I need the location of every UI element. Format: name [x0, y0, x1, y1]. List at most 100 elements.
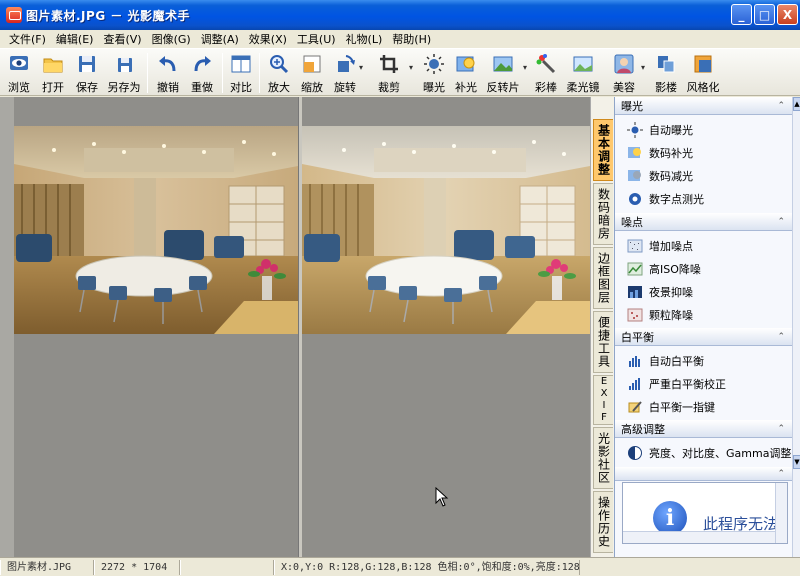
maximize-button[interactable]: □	[754, 4, 775, 25]
save-label: 保存	[76, 81, 98, 94]
sun-icon	[627, 122, 643, 138]
scroll-down-icon[interactable]: ▼	[793, 455, 800, 469]
undo-label: 撤销	[157, 81, 179, 94]
brightness-contrast-gamma-label: 亮度、对比度、Gamma调整	[649, 447, 792, 460]
digital-reduce-light-item[interactable]: 数码减光	[627, 165, 693, 187]
fill-light-button[interactable]: 补光	[451, 49, 481, 95]
night-denoise-item[interactable]: 夜景抑噪	[627, 281, 693, 303]
crop-button[interactable]: 裁剪	[367, 49, 411, 95]
rotate-dropdown-icon[interactable]: ▾	[359, 63, 363, 72]
soft-light-button[interactable]: 柔光镜	[561, 49, 605, 95]
crop-dropdown-icon[interactable]: ▾	[409, 63, 413, 72]
save-button[interactable]: 保存	[70, 49, 104, 95]
title-bar: 图片素材.JPG － 光影魔术手 _ □ X	[0, 0, 800, 30]
shadow-studio-button[interactable]: 影楼	[649, 49, 683, 95]
resize-icon	[301, 53, 323, 75]
denoise-icon	[627, 261, 643, 277]
color-stick-button[interactable]: 彩棒	[531, 49, 561, 95]
scroll-up-icon[interactable]: ▲	[793, 97, 800, 111]
tab-history[interactable]: 操作历史	[593, 491, 613, 553]
menu-view[interactable]: 查看(V)	[98, 31, 146, 47]
group-exposure[interactable]: 曝光 ⌃	[615, 97, 793, 115]
auto-exposure-item[interactable]: 自动曝光	[627, 119, 693, 141]
rotate-button[interactable]: 旋转	[329, 49, 361, 95]
menu-image[interactable]: 图像(G)	[147, 31, 196, 47]
info-horizontal-scrollbar[interactable]	[623, 531, 775, 543]
eyedropper-icon	[627, 399, 643, 415]
fill-light-label: 补光	[455, 81, 478, 94]
soft-light-label: 柔光镜	[566, 81, 600, 94]
group-noise-title: 噪点	[621, 215, 643, 229]
tab-quick-tools[interactable]: 便捷工具	[593, 311, 613, 373]
effects-dropdown-icon[interactable]: ▾	[523, 63, 527, 72]
collapse-caret-icon[interactable]: ⌃	[777, 424, 785, 434]
redo-button[interactable]: 重做	[185, 49, 219, 95]
negative-label: 反转片	[486, 81, 520, 94]
save-as-label: 另存为	[107, 81, 141, 94]
menu-adjust[interactable]: 调整(A)	[196, 31, 244, 47]
add-noise-item[interactable]: 增加噪点	[627, 235, 693, 257]
exposure-button[interactable]: 曝光	[417, 49, 451, 95]
digital-fill-light-item[interactable]: 数码补光	[627, 142, 693, 164]
tab-exif[interactable]: EXIF	[593, 375, 613, 425]
grain-denoise-item[interactable]: 颗粒降噪	[627, 304, 693, 326]
beauty-button[interactable]: 美容	[605, 49, 643, 95]
collapse-caret-icon[interactable]: ⌃	[777, 101, 785, 111]
night-icon	[627, 284, 643, 300]
negative-button[interactable]: 反转片	[481, 49, 525, 95]
studio-icon	[655, 53, 677, 75]
landscape-icon	[492, 53, 514, 75]
info-vertical-scrollbar[interactable]	[775, 483, 787, 543]
menu-tools[interactable]: 工具(U)	[292, 31, 341, 47]
tab-community[interactable]: 光影社区	[593, 427, 613, 489]
style-button[interactable]: 风格化	[683, 49, 723, 95]
severe-wb-correction-label: 严重白平衡校正	[649, 378, 726, 391]
exposure-label: 曝光	[423, 81, 446, 94]
panel-scrollbar[interactable]: ▲ ▼	[792, 97, 800, 557]
tab-digital-darkroom[interactable]: 数码暗房	[593, 183, 613, 245]
save-as-button[interactable]: 另存为	[104, 49, 144, 95]
beauty-dropdown-icon[interactable]: ▾	[641, 63, 645, 72]
open-button[interactable]: 打开	[36, 49, 70, 95]
auto-exposure-label: 自动曝光	[649, 124, 693, 137]
group-noise[interactable]: 噪点 ⌃	[615, 213, 793, 231]
add-noise-label: 增加噪点	[649, 240, 693, 253]
brightness-contrast-gamma-item[interactable]: 亮度、对比度、Gamma调整	[627, 442, 791, 464]
high-iso-denoise-item[interactable]: 高ISO降噪	[627, 258, 701, 280]
tab-frame-layers[interactable]: 边框图层	[593, 247, 613, 309]
compare-button[interactable]: 对比	[226, 49, 256, 95]
menu-help[interactable]: 帮助(H)	[387, 31, 436, 47]
info-icon: i	[653, 501, 687, 535]
menu-file[interactable]: 文件(F)	[4, 31, 51, 47]
wb-one-click-item[interactable]: 白平衡一指键	[627, 396, 715, 418]
browse-button[interactable]: 浏览	[2, 49, 36, 95]
eye-icon	[8, 53, 30, 75]
side-tab-strip: 基本调整 数码暗房 边框图层 便捷工具 EXIF 光影社区 操作历史	[590, 97, 614, 557]
minimize-button[interactable]: _	[731, 4, 752, 25]
tab-basic-adjust[interactable]: 基本调整	[593, 119, 613, 181]
high-iso-denoise-label: 高ISO降噪	[649, 263, 701, 276]
group-advanced[interactable]: 高级调整 ⌃	[615, 420, 793, 438]
zoom-in-button[interactable]: 放大	[263, 49, 295, 95]
menu-edit[interactable]: 编辑(E)	[51, 31, 99, 47]
menu-effects[interactable]: 效果(X)	[244, 31, 292, 47]
status-pixel-info: X:0,Y:0 R:128,G:128,B:128 色相:0°,饱和度:0%,亮…	[274, 559, 580, 575]
collapse-caret-icon[interactable]: ⌃	[777, 217, 785, 227]
bulb-icon	[455, 53, 477, 75]
close-button[interactable]: X	[777, 4, 798, 25]
undo-button[interactable]: 撤销	[151, 49, 185, 95]
spot-metering-item[interactable]: 数字点测光	[627, 188, 704, 210]
toolbar-separator	[222, 53, 223, 93]
collapse-caret-icon[interactable]: ⌃	[777, 332, 785, 342]
digital-reduce-light-label: 数码减光	[649, 170, 693, 183]
severe-wb-correction-item[interactable]: 严重白平衡校正	[627, 373, 726, 395]
color-stick-label: 彩棒	[535, 81, 558, 94]
collapse-caret-icon[interactable]: ⌃	[777, 469, 785, 479]
original-photo	[14, 126, 298, 334]
group-white-balance[interactable]: 白平衡 ⌃	[615, 328, 793, 346]
menu-gifts[interactable]: 礼物(L)	[341, 31, 388, 47]
grain-icon	[627, 307, 643, 323]
auto-white-balance-item[interactable]: 自动白平衡	[627, 350, 704, 372]
menu-bar: 文件(F) 编辑(E) 查看(V) 图像(G) 调整(A) 效果(X) 工具(U…	[0, 30, 800, 48]
scale-button[interactable]: 缩放	[295, 49, 329, 95]
